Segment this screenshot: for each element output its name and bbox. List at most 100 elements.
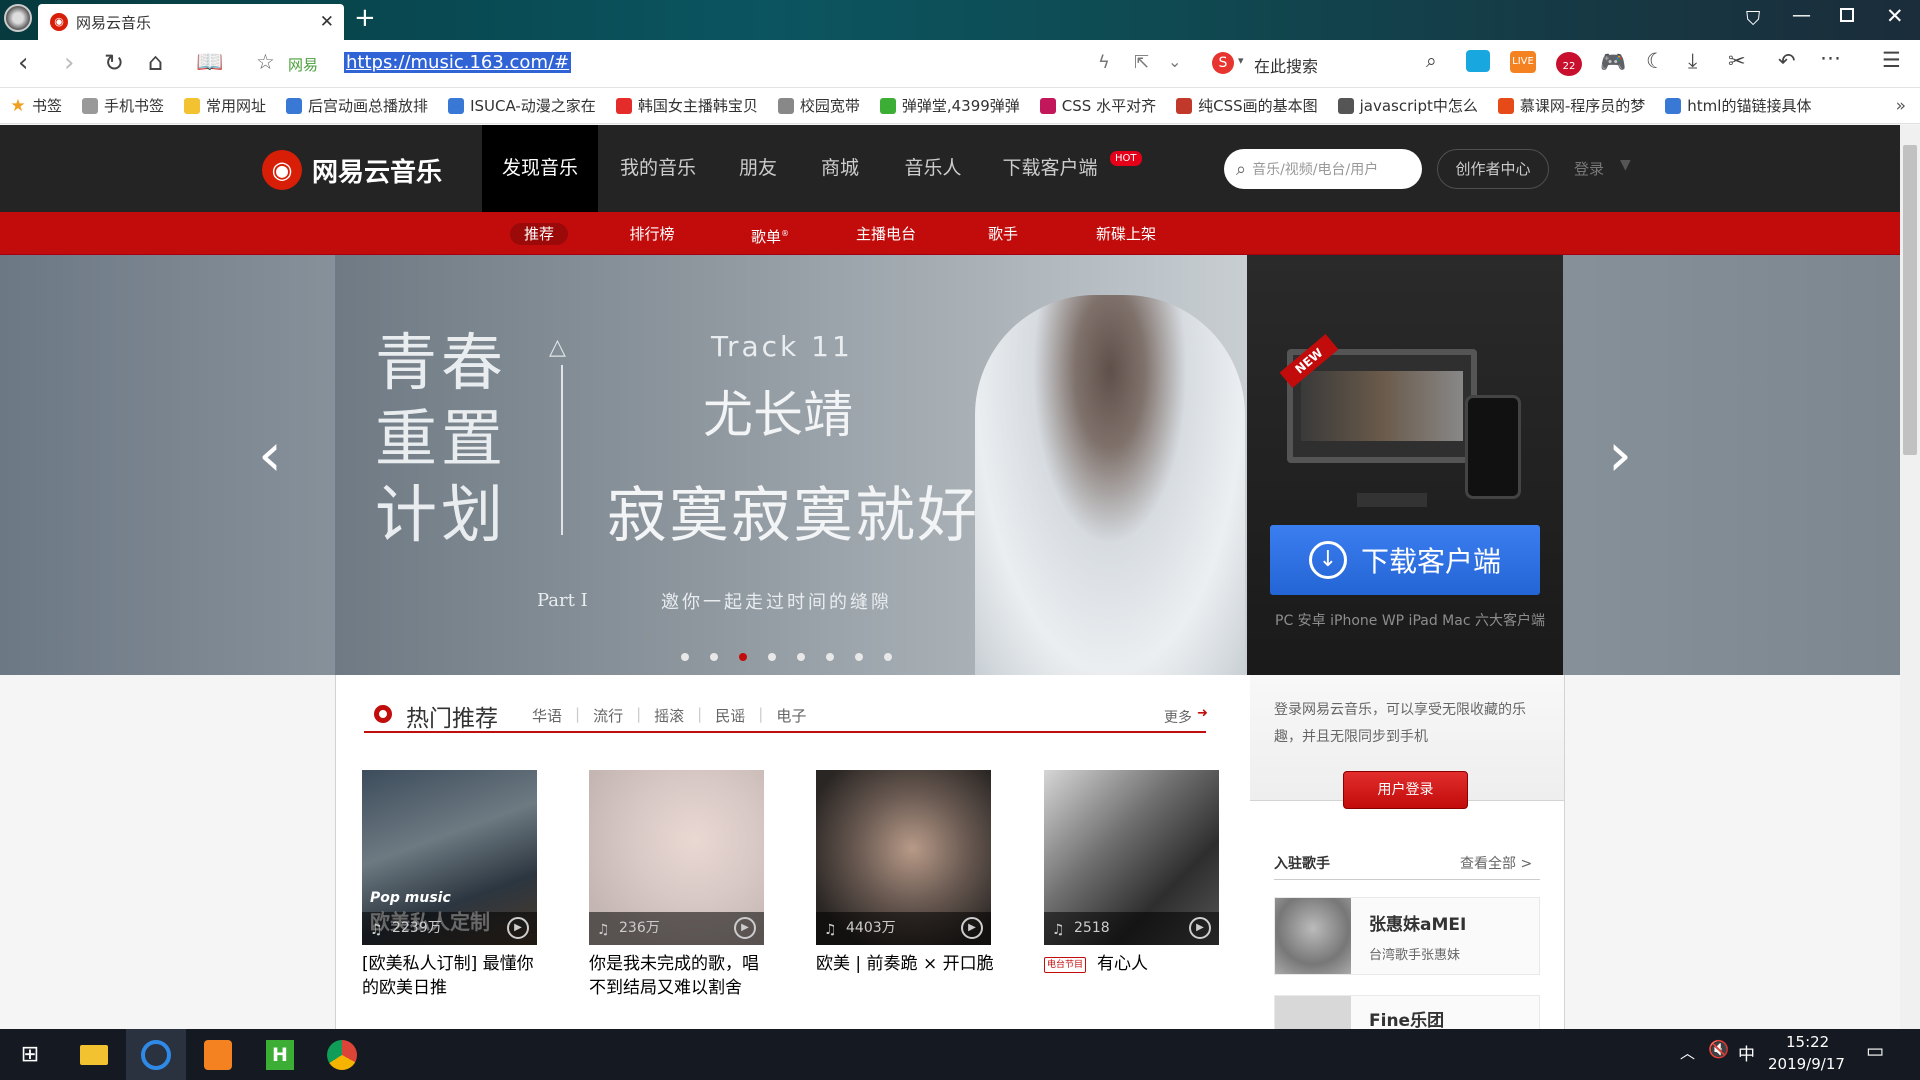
- home-icon[interactable]: ⌂: [148, 48, 163, 76]
- subnav-charts[interactable]: 排行榜: [620, 223, 684, 245]
- bookmark-item[interactable]: ★ 书签: [0, 95, 72, 116]
- url-field[interactable]: https://music.163.com/#: [344, 52, 572, 73]
- share-icon[interactable]: ⇱: [1134, 52, 1149, 73]
- dropdown-icon[interactable]: ⌄: [1168, 52, 1181, 71]
- nav-friends[interactable]: 朋友: [718, 125, 798, 212]
- bookmark-item[interactable]: html的锚链接具体: [1655, 95, 1821, 116]
- singer-card-2[interactable]: Fine乐团: [1274, 995, 1540, 1029]
- chrome-icon[interactable]: [312, 1029, 372, 1080]
- nav-my-music[interactable]: 我的音乐: [608, 125, 708, 212]
- bookmarks-overflow-icon[interactable]: »: [1896, 96, 1906, 116]
- carousel-dot[interactable]: [855, 653, 863, 661]
- site-logo[interactable]: ◉ 网易云音乐: [262, 150, 442, 190]
- bookmark-item[interactable]: 纯CSS画的基本图: [1166, 95, 1328, 116]
- close-window-icon[interactable]: ✕: [1886, 4, 1904, 28]
- notification-icon[interactable]: ▭: [1866, 1040, 1884, 1062]
- playlist-cover[interactable]: 236万 ♫ ▶: [589, 770, 764, 945]
- login-dropdown-icon[interactable]: ▼: [1620, 157, 1631, 173]
- play-icon[interactable]: ▶: [734, 917, 756, 939]
- hot-tag[interactable]: 摇滚: [654, 705, 684, 726]
- hot-tag[interactable]: 电子: [776, 705, 806, 726]
- play-icon[interactable]: ▶: [961, 917, 983, 939]
- browser-search-input[interactable]: 在此搜索: [1254, 53, 1318, 77]
- bookmark-item[interactable]: 慕课网-程序员的梦: [1488, 95, 1655, 116]
- bookmark-item[interactable]: 校园宽带: [768, 95, 870, 116]
- playlist-title[interactable]: [欧美私人订制] 最懂你的欧美日推: [362, 952, 547, 1000]
- carousel-dot[interactable]: [681, 653, 689, 661]
- clock-date[interactable]: 2019/9/17: [1768, 1055, 1845, 1073]
- hot-tag[interactable]: 流行: [593, 705, 623, 726]
- nav-musician[interactable]: 音乐人: [888, 125, 978, 212]
- view-all-link[interactable]: 查看全部 >: [1460, 853, 1532, 873]
- app-badge-icon[interactable]: 22: [1556, 52, 1582, 76]
- forward-icon[interactable]: ›: [64, 48, 74, 78]
- reader-icon[interactable]: 📖: [196, 50, 223, 75]
- back-icon[interactable]: ‹: [18, 48, 28, 78]
- banner-prev-icon[interactable]: ‹: [258, 425, 282, 485]
- site-search-box[interactable]: ⌕ 音乐/视频/电台/用户: [1224, 149, 1422, 189]
- new-tab-icon[interactable]: +: [354, 4, 376, 32]
- subnav-radio[interactable]: 主播电台: [848, 223, 924, 245]
- login-link[interactable]: 登录: [1574, 158, 1604, 179]
- scissors-icon[interactable]: ✂: [1728, 49, 1746, 73]
- playlist-cover[interactable]: 4403万 ♫ ▶: [816, 770, 991, 945]
- undo-icon[interactable]: ↶: [1778, 49, 1796, 73]
- tab-close-icon[interactable]: ✕: [320, 12, 334, 32]
- search-icon[interactable]: ⌕: [1426, 50, 1437, 72]
- bookmark-item[interactable]: 手机书签: [72, 95, 174, 116]
- banner-next-icon[interactable]: ›: [1608, 425, 1632, 485]
- bookmark-item[interactable]: ISUCA-动漫之家在: [438, 95, 606, 116]
- tray-up-icon[interactable]: ︿: [1680, 1042, 1695, 1063]
- game-controller-icon[interactable]: 🎮: [1600, 50, 1626, 75]
- creator-center-button[interactable]: 创作者中心: [1437, 149, 1549, 189]
- carousel-dot[interactable]: [710, 653, 718, 661]
- scrollbar-thumb[interactable]: [1903, 145, 1917, 455]
- singer-card[interactable]: 张惠妹aMEI 台湾歌手张惠妹: [1274, 897, 1540, 975]
- hot-tag[interactable]: 民谣: [715, 705, 745, 726]
- nav-store[interactable]: 商城: [800, 125, 880, 212]
- carousel-dot[interactable]: [739, 653, 747, 661]
- more-icon[interactable]: ⋯: [1820, 46, 1841, 70]
- download-client-button[interactable]: ↓ 下载客户端: [1270, 525, 1540, 595]
- play-icon[interactable]: ▶: [507, 917, 529, 939]
- download-icon[interactable]: ⤓: [1688, 49, 1697, 74]
- subnav-playlists[interactable]: 歌单®: [740, 223, 800, 246]
- clock-time[interactable]: 15:22: [1786, 1033, 1829, 1051]
- more-link[interactable]: 更多: [1164, 707, 1192, 727]
- search-engine-dropdown-icon[interactable]: ▾: [1238, 54, 1244, 67]
- nav-discover[interactable]: 发现音乐: [482, 125, 598, 212]
- browser-taskbar-icon[interactable]: [126, 1029, 186, 1080]
- flash-icon[interactable]: ϟ: [1098, 52, 1110, 73]
- subnav-artists[interactable]: 歌手: [978, 223, 1028, 245]
- menu-icon[interactable]: ☰: [1882, 48, 1901, 72]
- playlist-title[interactable]: 欧美 | 前奏跪 × 开口脆: [816, 952, 1001, 976]
- hot-tag[interactable]: 华语: [532, 705, 562, 726]
- playlist-cover[interactable]: 2518 ♫ ▶: [1044, 770, 1219, 945]
- carousel-dot[interactable]: [797, 653, 805, 661]
- speaker-muted-icon[interactable]: 🔇: [1708, 1040, 1729, 1060]
- subnav-recommend[interactable]: 推荐: [510, 223, 568, 245]
- bookmark-item[interactable]: javascript中怎么: [1328, 95, 1488, 116]
- minimize-icon[interactable]: —: [1792, 4, 1811, 26]
- reload-icon[interactable]: ↻: [104, 49, 124, 77]
- nav-download[interactable]: 下载客户端: [990, 125, 1110, 212]
- subnav-new-albums[interactable]: 新碟上架: [1086, 223, 1166, 245]
- bookmark-item[interactable]: CSS 水平对齐: [1030, 95, 1166, 116]
- bookmark-item[interactable]: 后宫动画总播放排: [276, 95, 438, 116]
- hbuilder-icon[interactable]: H: [250, 1029, 310, 1080]
- file-explorer-icon[interactable]: [64, 1029, 124, 1080]
- site-search-input[interactable]: 音乐/视频/电台/用户: [1252, 159, 1378, 179]
- restore-icon[interactable]: [1840, 8, 1854, 22]
- playlist-title[interactable]: 有心人: [1097, 952, 1282, 976]
- bookmark-item[interactable]: 韩国女主播韩宝贝: [606, 95, 768, 116]
- video-icon[interactable]: [1466, 50, 1490, 72]
- user-login-button[interactable]: 用户登录: [1343, 771, 1468, 809]
- live-icon[interactable]: LIVE: [1510, 51, 1536, 73]
- night-mode-icon[interactable]: ☾: [1646, 49, 1665, 73]
- carousel-dot[interactable]: [884, 653, 892, 661]
- playlist-title[interactable]: 你是我未完成的歌，唱不到结局又难以割舍: [589, 952, 774, 1000]
- bookmark-item[interactable]: 常用网址: [174, 95, 276, 116]
- browser-tab-active[interactable]: ◉ 网易云音乐 ✕: [38, 4, 344, 40]
- page-scrollbar[interactable]: [1900, 125, 1920, 1029]
- ime-indicator[interactable]: 中: [1738, 1040, 1755, 1065]
